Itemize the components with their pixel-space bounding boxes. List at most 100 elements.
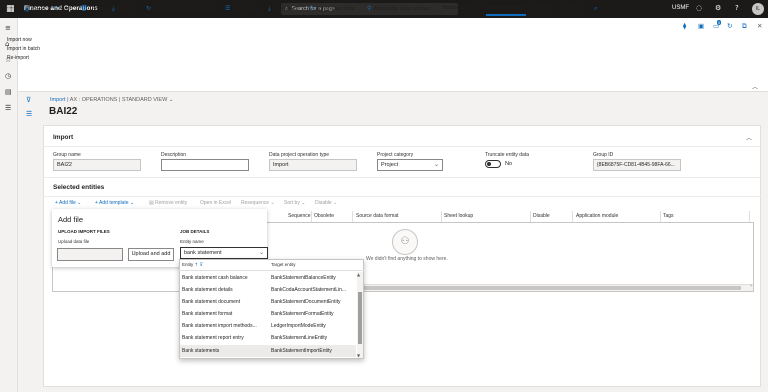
gear-icon[interactable]: ⚙ — [715, 4, 721, 12]
connections-icon[interactable]: ⧫ — [683, 22, 686, 30]
office-icon[interactable]: ▣ — [698, 22, 704, 30]
truncate-toggle[interactable] — [485, 160, 501, 168]
selected-entities-header[interactable]: Selected entities — [53, 184, 104, 191]
notification-icon[interactable]: ◌ — [696, 4, 702, 12]
sort-by-button[interactable]: Sort by ⌄ — [284, 200, 305, 206]
filter-icon[interactable]: ⊽ — [200, 263, 203, 268]
column-divider — [311, 211, 312, 222]
divider — [43, 196, 761, 197]
lookup-target: BankStatementImportEntity — [271, 348, 332, 354]
project-category-select[interactable]: Project ⌄ — [377, 159, 443, 171]
entity-name-input[interactable]: bank statement ⌄ — [180, 247, 268, 259]
plus-icon: + — [52, 5, 58, 12]
column-header-source-format[interactable]: Source data format — [356, 213, 399, 219]
column-header-application-module[interactable]: Application module — [576, 213, 618, 219]
divider — [43, 177, 761, 178]
hamburger-menu-icon[interactable]: ≡ — [5, 24, 11, 32]
import-icon: ⤓ — [112, 5, 115, 12]
resequence-label: Resequence — [241, 200, 270, 206]
import-label: Import — [116, 6, 133, 12]
scrollbar-thumb[interactable] — [358, 292, 362, 344]
modules-list-icon[interactable]: ☰ — [5, 104, 11, 112]
lookup-entity: Bank statement import methods... — [182, 323, 257, 329]
recent-clock-icon[interactable]: ◷ — [5, 72, 11, 80]
save-button[interactable]: 🖫 Save — [24, 5, 44, 15]
column-header-sequence[interactable]: Sequence — [288, 213, 311, 219]
re-import-button[interactable]: Re-import — [7, 55, 29, 61]
column-header-obsolete[interactable]: Obsolete — [314, 213, 334, 219]
applicable-roles-button[interactable]: ⚲ Applicable roles — [309, 5, 354, 12]
resequence-button[interactable]: Resequence ⌄ — [241, 200, 275, 206]
search-icon: ⌕ — [594, 5, 598, 12]
upload-and-add-button[interactable]: Upload and add — [128, 248, 174, 261]
close-icon[interactable]: ✕ — [757, 22, 762, 30]
download-button[interactable]: ⤓ Download — [268, 5, 297, 13]
add-file-label: Add file — [59, 200, 76, 206]
tab-import-options[interactable]: Import options — [487, 5, 526, 11]
tab-options[interactable]: Options — [563, 5, 582, 11]
disable-button[interactable]: Disable ⌄ — [315, 200, 337, 206]
refresh-icon[interactable]: ↻ — [727, 22, 732, 30]
chevron-down-icon[interactable]: ⌄ — [169, 97, 174, 103]
create-recurring-button[interactable]: ↻ Create recurring data job — [146, 5, 214, 12]
lookup-column-target-entity[interactable]: Target entity — [271, 262, 296, 267]
applicable-legal-entities-button[interactable]: ⚲ Applicable legal entities — [367, 5, 431, 12]
list-view-icon[interactable]: ☰ — [26, 110, 32, 118]
scroll-down-icon[interactable]: ▼ — [357, 353, 360, 358]
group-name-field[interactable]: BAI22 — [53, 159, 141, 171]
company-picker[interactable]: USMF — [672, 5, 689, 11]
legal-entities-icon: ⚲ — [367, 5, 372, 12]
open-in-excel-button[interactable]: Open in Excel — [200, 200, 231, 206]
operation-type-field[interactable]: Import — [269, 159, 357, 171]
download-label: Download — [272, 6, 298, 12]
collapse-section-icon[interactable]: ︿ — [746, 133, 752, 142]
filter-icon[interactable]: ⊽ — [26, 96, 31, 104]
tab-standard-view[interactable]: Standard view — [442, 5, 477, 11]
upload-file-label: Upload data file — [58, 239, 90, 244]
sort-by-label: Sort by — [284, 200, 300, 206]
tab-manage[interactable]: Manage — [533, 5, 553, 11]
open-new-window-icon[interactable]: ⧉ — [742, 22, 747, 31]
new-button[interactable]: + New — [52, 5, 70, 12]
trash-icon: 🗑 — [80, 5, 88, 12]
breadcrumb-view[interactable]: STANDARD VIEW — [122, 97, 167, 103]
delete-button[interactable]: 🗑 Delete — [80, 5, 106, 12]
group-id-field[interactable]: {8EB6875F-CD81-4B45-98FA-66... — [593, 159, 681, 171]
import-section-header[interactable]: Import — [53, 134, 73, 141]
lookup-target: BankCodaAccountStatementLin... — [271, 287, 347, 293]
chevron-down-icon[interactable]: ⌄ — [259, 248, 264, 258]
job-history-button[interactable]: ☰ Job history — [225, 5, 259, 12]
group-id-label: Group ID — [593, 152, 614, 158]
collapse-action-pane-icon[interactable]: ︿ — [752, 82, 758, 91]
lookup-scrollbar[interactable]: ▲ ▼ — [357, 272, 363, 358]
description-field[interactable] — [161, 159, 249, 171]
operation-type-label: Data project operation type — [269, 152, 330, 158]
upload-file-field[interactable] — [57, 248, 123, 261]
column-divider — [441, 211, 442, 222]
project-category-label: Project category — [377, 152, 414, 158]
lookup-target: BankStatementDocumentEntity — [271, 299, 341, 305]
app-launcher-icon[interactable]: ▦ — [6, 4, 15, 14]
save-icon: 🖫 — [24, 6, 30, 13]
breadcrumb: Import | AX : OPERATIONS | STANDARD VIEW… — [50, 97, 173, 103]
lookup-column-entity[interactable]: Entity ↑ ⊽ — [182, 262, 203, 268]
divider — [43, 146, 761, 147]
scroll-right-icon[interactable]: › — [750, 283, 752, 289]
breadcrumb-import-link[interactable]: Import — [50, 97, 66, 103]
import-in-batch-button[interactable]: Import in batch — [7, 46, 40, 52]
add-file-button[interactable]: + Add file ⌄ — [55, 200, 81, 206]
action-search-button[interactable]: ⌕ — [594, 5, 599, 13]
scroll-up-icon[interactable]: ▲ — [357, 272, 360, 277]
workspaces-icon[interactable]: ▤ — [5, 88, 12, 96]
avatar[interactable]: IL — [752, 3, 764, 15]
remove-entity-button[interactable]: ▤ Remove entity — [149, 200, 187, 206]
add-template-button[interactable]: + Add template ⌄ — [95, 200, 134, 206]
column-header-sheet-lookup[interactable]: Sheet lookup — [444, 213, 473, 219]
help-icon[interactable]: ? — [735, 4, 739, 12]
column-header-tags[interactable]: Tags — [663, 213, 674, 219]
import-now-button[interactable]: Import now — [7, 37, 32, 43]
applicable-roles-label: Applicable roles — [315, 6, 355, 12]
lookup-target: BankStatementLineEntity — [271, 335, 328, 341]
import-button[interactable]: ⤓ Import — [112, 5, 132, 13]
column-header-disable[interactable]: Disable — [533, 213, 550, 219]
